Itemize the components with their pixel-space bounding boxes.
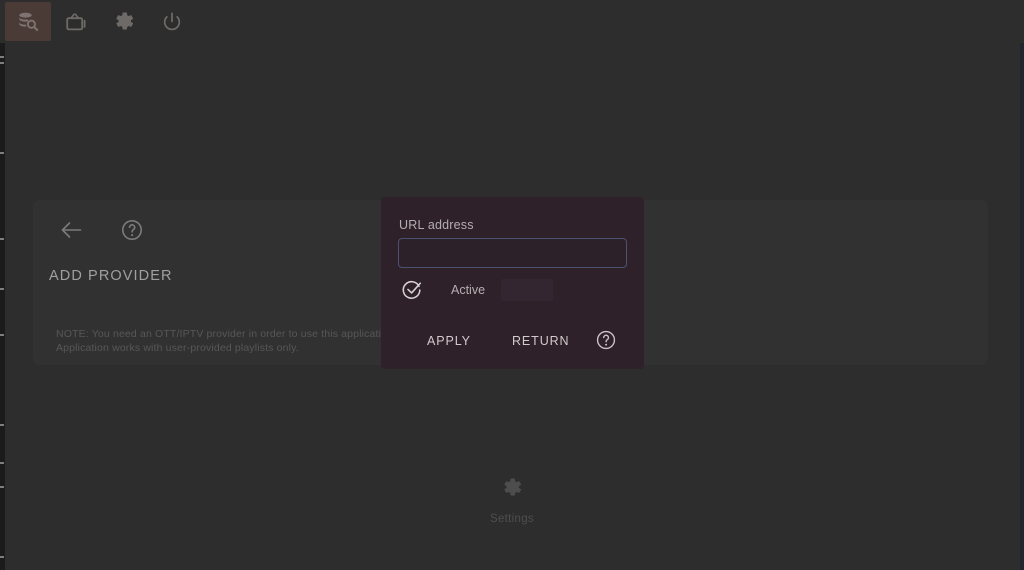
- back-button[interactable]: [55, 214, 89, 246]
- card-icon-row: [55, 214, 149, 246]
- edge-artifact: [0, 462, 4, 464]
- add-provider-dialog: URL address Active APPLY RETURN: [381, 197, 644, 369]
- gear-icon: [501, 476, 524, 499]
- provider-note-text: NOTE: You need an OTT/IPTV provider in o…: [56, 328, 397, 354]
- bottom-settings-label: Settings: [490, 513, 534, 525]
- left-edge-strip: [0, 43, 5, 570]
- url-address-input[interactable]: [398, 238, 627, 268]
- nav-tab-providers[interactable]: [5, 2, 51, 41]
- return-button[interactable]: RETURN: [508, 329, 573, 353]
- power-icon: [161, 11, 183, 33]
- bottom-settings-button[interactable]: Settings: [0, 476, 1024, 525]
- edge-artifact: [0, 288, 4, 290]
- help-circle-icon: [595, 329, 617, 351]
- active-checkbox[interactable]: Active: [401, 279, 485, 301]
- top-navigation-bar: [0, 0, 1024, 43]
- nav-tab-settings[interactable]: [101, 2, 147, 41]
- nav-tab-power[interactable]: [149, 2, 195, 41]
- url-address-label: URL address: [399, 218, 474, 232]
- edge-artifact: [0, 152, 4, 154]
- gear-icon: [113, 10, 136, 33]
- check-circle-icon: [401, 279, 423, 301]
- help-circle-icon: [120, 218, 144, 242]
- edge-artifact: [0, 62, 4, 64]
- edge-artifact: [0, 424, 4, 426]
- card-help-button[interactable]: [115, 214, 149, 246]
- apply-button[interactable]: APPLY: [423, 329, 475, 353]
- right-edge-strip: [1020, 0, 1024, 570]
- active-checkbox-label: Active: [451, 283, 486, 297]
- focus-highlight-artifact: [501, 279, 553, 301]
- nav-tab-tv[interactable]: [53, 2, 99, 41]
- database-search-icon: [16, 10, 40, 34]
- edge-artifact: [0, 486, 4, 488]
- tv-icon: [64, 10, 88, 34]
- edge-artifact: [0, 334, 4, 336]
- edge-artifact: [0, 238, 4, 240]
- dialog-button-row: APPLY RETURN: [381, 325, 644, 361]
- arrow-left-icon: [59, 219, 85, 241]
- edge-artifact: [0, 56, 4, 58]
- edge-artifact: [0, 556, 4, 558]
- page-title: ADD PROVIDER: [49, 268, 173, 284]
- dialog-help-button[interactable]: [591, 325, 621, 355]
- app-root: ADD PROVIDER NOTE: You need an OTT/IPTV …: [0, 0, 1024, 570]
